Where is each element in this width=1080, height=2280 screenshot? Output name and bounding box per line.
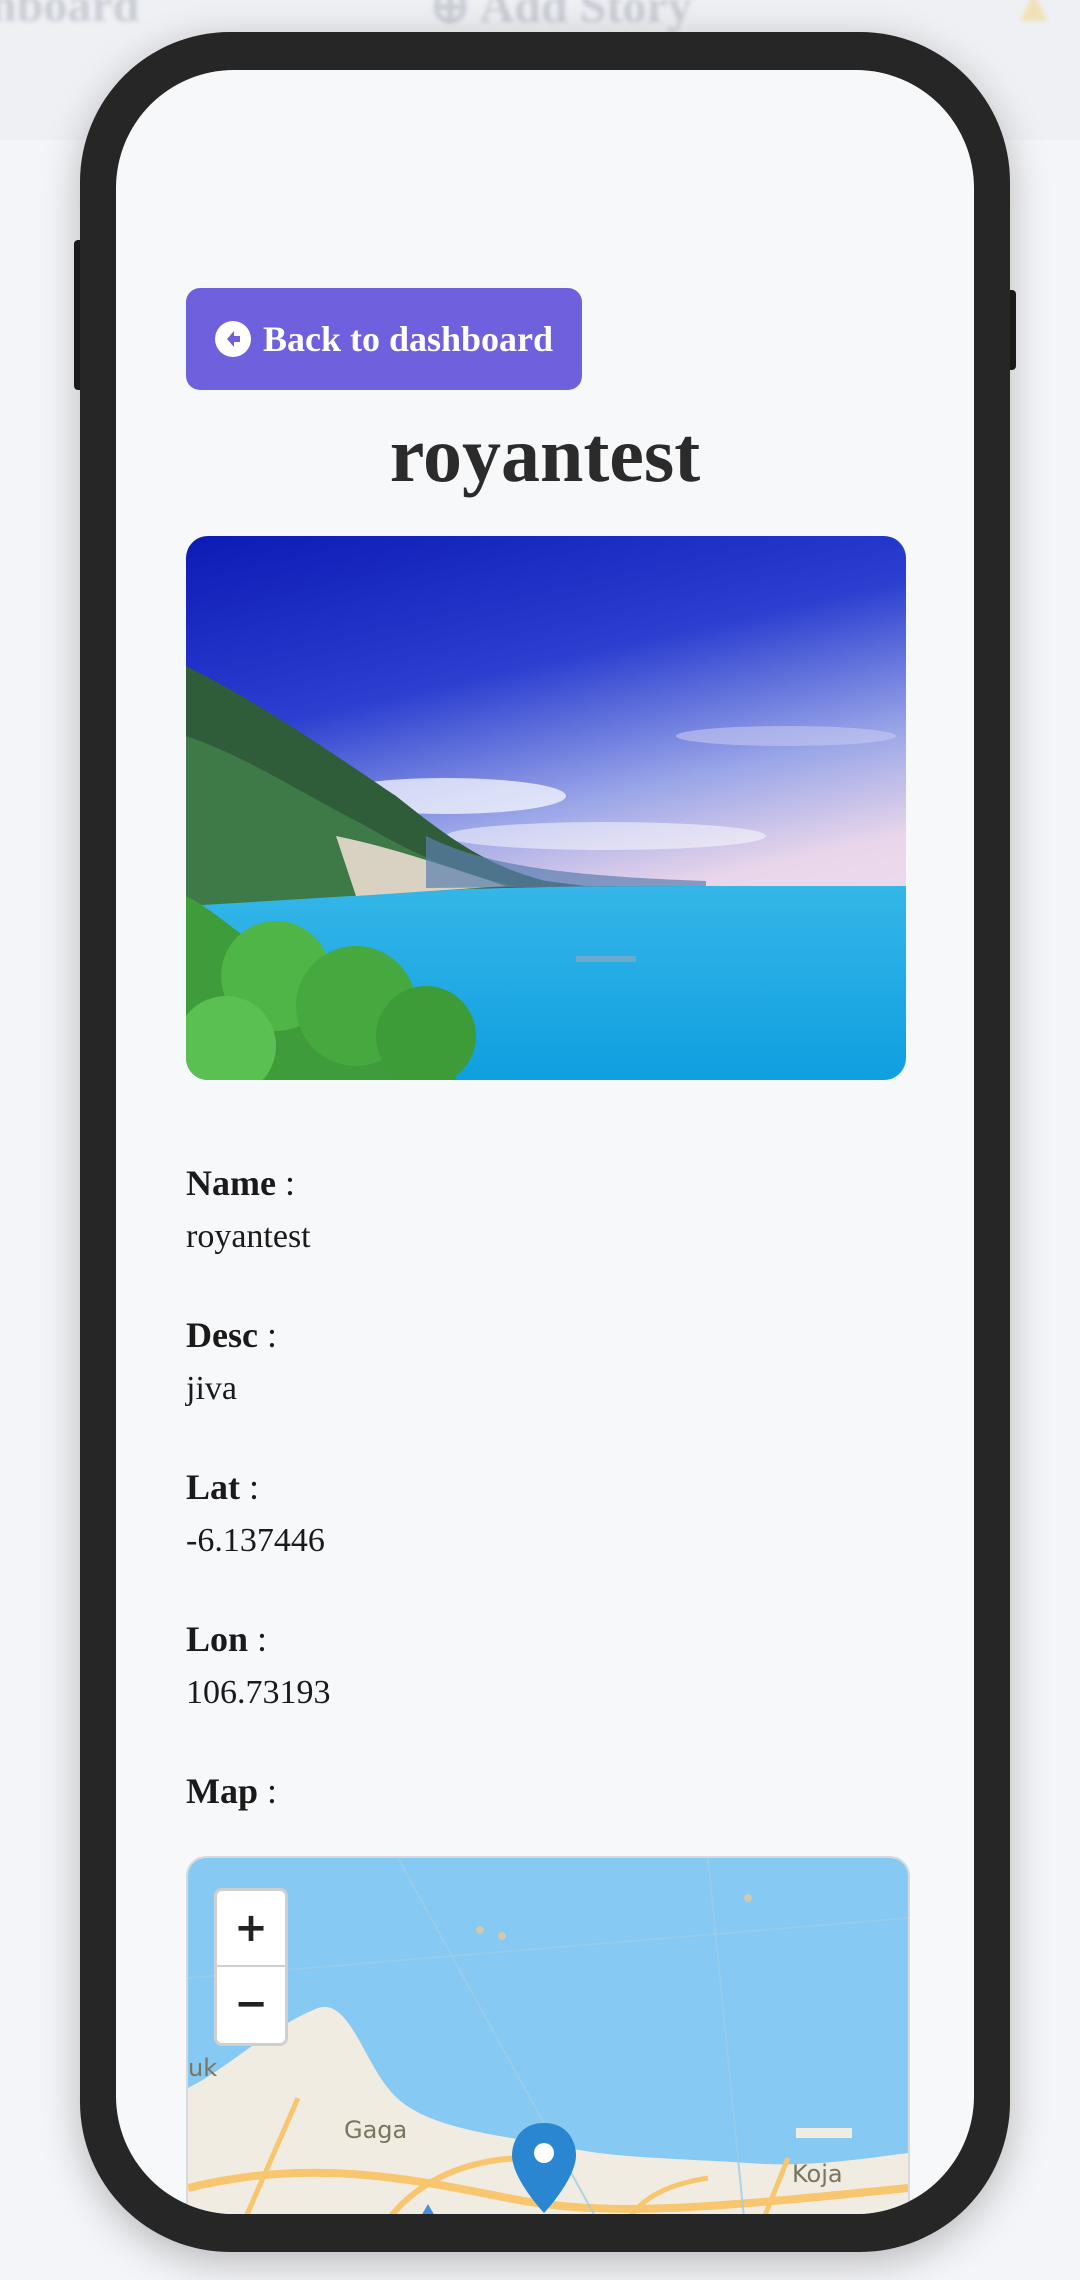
back-button-label: Back to dashboard: [262, 319, 554, 359]
map-place-label: uk: [188, 2054, 218, 2082]
back-to-dashboard-button[interactable]: Back to dashboard: [186, 288, 582, 390]
page-title: royantest: [389, 411, 701, 498]
lon-label: Lon :: [186, 1619, 268, 1659]
phone-screen: Back to dashboard royantest Name: royan…: [116, 70, 974, 2214]
background-title: nboard: [0, 0, 140, 32]
lat-value: -6.137446: [186, 1522, 325, 1559]
name-label: Name :: [186, 1163, 295, 1203]
location-map[interactable]: + − uk Gaga Koja: [186, 1856, 910, 2214]
lat-label: Lat :: [186, 1467, 260, 1507]
map-place-label: Gaga: [344, 2116, 408, 2144]
add-story-icon: ⊕: [430, 0, 480, 33]
arrow-left-circle-icon: [214, 321, 251, 357]
name-value: royantest: [186, 1218, 311, 1255]
background-add-story: ⊕ Add Story: [430, 0, 692, 34]
story-image: [186, 536, 906, 1080]
zoom-out-button[interactable]: −: [217, 1967, 285, 2041]
map-label: Map :: [186, 1771, 278, 1811]
desc-label: Desc :: [186, 1315, 277, 1355]
map-zoom-control: + −: [214, 1888, 288, 2046]
zoom-in-button[interactable]: +: [217, 1891, 285, 1967]
background-user-icon: ▲: [1010, 0, 1058, 32]
map-place-label: Koja: [792, 2160, 843, 2188]
desc-value: jiva: [186, 1370, 237, 1407]
lon-value: 106.73193: [186, 1674, 331, 1711]
phone-frame: Back to dashboard royantest Name: royan…: [80, 32, 1010, 2252]
